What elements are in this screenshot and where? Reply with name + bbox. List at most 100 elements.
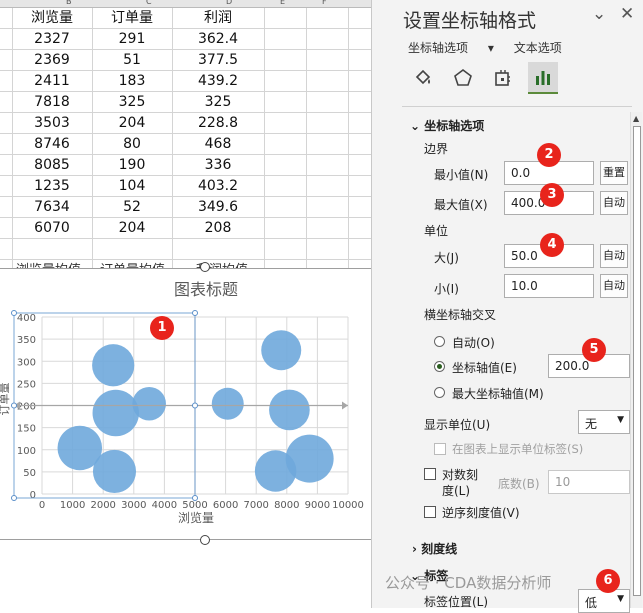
chart-area[interactable]: 图表标题 0 50 100 150 200 250 300 350 400 0 1000 2000 30… bbox=[0, 262, 372, 545]
radio-max-axis[interactable] bbox=[434, 387, 445, 398]
radio-axis-value[interactable] bbox=[434, 361, 445, 372]
table-cell[interactable]: 2411 bbox=[12, 71, 92, 91]
section-tick-marks[interactable]: › 刻度线 bbox=[412, 540, 457, 557]
column-header-cell[interactable]: 利润 bbox=[178, 8, 258, 28]
y-tick-label: 350 bbox=[17, 335, 36, 346]
y-tick-label: 400 bbox=[17, 313, 36, 324]
table-cell[interactable]: 2327 bbox=[12, 29, 92, 49]
resize-handle-top[interactable] bbox=[200, 262, 210, 272]
table-cell[interactable]: 362.4 bbox=[178, 29, 258, 49]
selection-handle bbox=[11, 402, 17, 409]
table-cell[interactable]: 336 bbox=[178, 155, 258, 175]
auto-max-button[interactable]: 自动 bbox=[600, 191, 628, 215]
selection-handle bbox=[192, 402, 198, 409]
table-cell[interactable]: 468 bbox=[178, 134, 258, 154]
annotation-badge: 3 bbox=[540, 183, 564, 207]
bubble bbox=[269, 389, 310, 431]
bubble bbox=[261, 330, 302, 371]
table-cell[interactable]: 2369 bbox=[12, 50, 92, 70]
x-tick-label: 6000 bbox=[213, 500, 238, 511]
minor-input[interactable]: 10.0 bbox=[504, 274, 594, 298]
bubble bbox=[132, 386, 166, 421]
tab-axis-options[interactable]: 坐标轴选项 ▾ bbox=[408, 41, 494, 55]
radio-auto-label[interactable]: 自动(O) bbox=[452, 334, 495, 351]
watermark: 公众号 · CDA数据分析师 bbox=[385, 574, 552, 592]
radio-axis-value-label[interactable]: 坐标轴值(E) bbox=[452, 359, 517, 376]
reverse-order-checkbox[interactable] bbox=[424, 506, 436, 518]
table-cell[interactable]: 204 bbox=[92, 113, 172, 133]
table-cell[interactable]: 439.2 bbox=[178, 71, 258, 91]
col-letter[interactable]: F bbox=[322, 0, 327, 6]
table-cell[interactable]: 52 bbox=[92, 197, 172, 217]
x-tick-label: 9000 bbox=[305, 500, 330, 511]
table-cell[interactable]: 3503 bbox=[12, 113, 92, 133]
col-letter[interactable]: B bbox=[66, 0, 72, 6]
y-tick-label: 0 bbox=[30, 490, 36, 501]
col-letter[interactable]: E bbox=[280, 0, 285, 6]
format-axis-pane: 设置坐标轴格式 ⌄ ✕ 坐标轴选项 ▾ 文本选项 ▲ ⌄ 坐标轴选项 边界 最小… bbox=[372, 0, 643, 613]
display-units-select[interactable]: 无 ▼ bbox=[578, 410, 630, 434]
radio-max-axis-label[interactable]: 最大坐标轴值(M) bbox=[452, 385, 544, 402]
show-units-checkbox[interactable] bbox=[434, 443, 446, 455]
chart-title[interactable]: 图表标题 bbox=[174, 280, 238, 299]
annotation-badge: 2 bbox=[537, 143, 561, 167]
log-scale-checkbox[interactable] bbox=[424, 468, 436, 480]
bubble-chart[interactable]: 图表标题 0501001502002503003504000 1000 2000 30… bbox=[0, 269, 372, 541]
table-cell[interactable]: 80 bbox=[92, 134, 172, 154]
table-cell[interactable]: 403.2 bbox=[178, 176, 258, 196]
reset-button[interactable]: 重置 bbox=[600, 161, 628, 185]
column-header-cell[interactable]: 浏览量 bbox=[12, 8, 92, 28]
table-cell[interactable]: 190 bbox=[92, 155, 172, 175]
x-tick-label: 7000 bbox=[243, 500, 268, 511]
table-cell[interactable]: 7818 bbox=[12, 92, 92, 112]
table-cell[interactable]: 8085 bbox=[12, 155, 92, 175]
pane-title: 设置坐标轴格式 bbox=[403, 10, 537, 32]
effects-icon[interactable] bbox=[448, 62, 478, 94]
auto-minor-button[interactable]: 自动 bbox=[600, 274, 628, 298]
tab-text-options[interactable]: 文本选项 bbox=[514, 41, 562, 55]
scroll-thumb[interactable] bbox=[633, 126, 641, 596]
section-axis-options[interactable]: ⌄ 坐标轴选项 bbox=[410, 117, 484, 134]
label-position-label: 标签位置(L) bbox=[424, 595, 489, 609]
y-axis-title[interactable]: 订单量 bbox=[0, 383, 11, 416]
table-cell[interactable]: 349.6 bbox=[178, 197, 258, 217]
bubble bbox=[254, 450, 297, 492]
x-tick-label: 3000 bbox=[121, 500, 146, 511]
table-cell[interactable]: 228.8 bbox=[178, 113, 258, 133]
fill-line-icon[interactable] bbox=[408, 62, 438, 94]
table-cell[interactable]: 325 bbox=[92, 92, 172, 112]
chevron-down-icon[interactable]: ⌄ bbox=[592, 4, 606, 24]
table-cell[interactable]: 183 bbox=[92, 71, 172, 91]
table-cell[interactable]: 204 bbox=[92, 218, 172, 238]
dropdown-arrow-icon: ▼ bbox=[617, 594, 624, 604]
column-header-cell[interactable]: 订单量 bbox=[92, 8, 172, 28]
table-cell[interactable]: 6070 bbox=[12, 218, 92, 238]
x-axis-title[interactable]: 浏览量 bbox=[178, 510, 214, 525]
table-cell[interactable]: 1235 bbox=[12, 176, 92, 196]
x-tick-label: 5000 bbox=[182, 500, 207, 511]
x-axis-arrow-icon bbox=[342, 401, 348, 410]
col-letter[interactable]: C bbox=[146, 0, 152, 6]
table-cell[interactable]: 104 bbox=[92, 176, 172, 196]
table-cell[interactable]: 325 bbox=[178, 92, 258, 112]
table-cell[interactable]: 377.5 bbox=[178, 50, 258, 70]
y-tick-label: 50 bbox=[23, 468, 36, 479]
y-tick-label: 150 bbox=[17, 424, 36, 435]
axis-options-icon[interactable] bbox=[528, 62, 558, 94]
auto-major-button[interactable]: 自动 bbox=[600, 244, 628, 268]
base-input[interactable]: 10 bbox=[548, 470, 630, 494]
radio-auto[interactable] bbox=[434, 336, 445, 347]
table-cell[interactable]: 291 bbox=[92, 29, 172, 49]
table-cell[interactable]: 208 bbox=[178, 218, 258, 238]
size-properties-icon[interactable] bbox=[488, 62, 518, 94]
close-icon[interactable]: ✕ bbox=[620, 4, 634, 24]
category-icons bbox=[408, 62, 568, 98]
table-cell[interactable]: 51 bbox=[92, 50, 172, 70]
table-cell[interactable]: 7634 bbox=[12, 197, 92, 217]
resize-handle-bottom[interactable] bbox=[200, 535, 210, 545]
pane-scrollbar[interactable]: ▲ bbox=[630, 112, 642, 608]
divider bbox=[402, 106, 632, 107]
col-letter[interactable]: D bbox=[226, 0, 232, 6]
spreadsheet[interactable]: B C D E F 浏览量 订单量 利润 2327 291 362.4 2369 51 377.… bbox=[0, 0, 372, 608]
table-cell[interactable]: 8746 bbox=[12, 134, 92, 154]
